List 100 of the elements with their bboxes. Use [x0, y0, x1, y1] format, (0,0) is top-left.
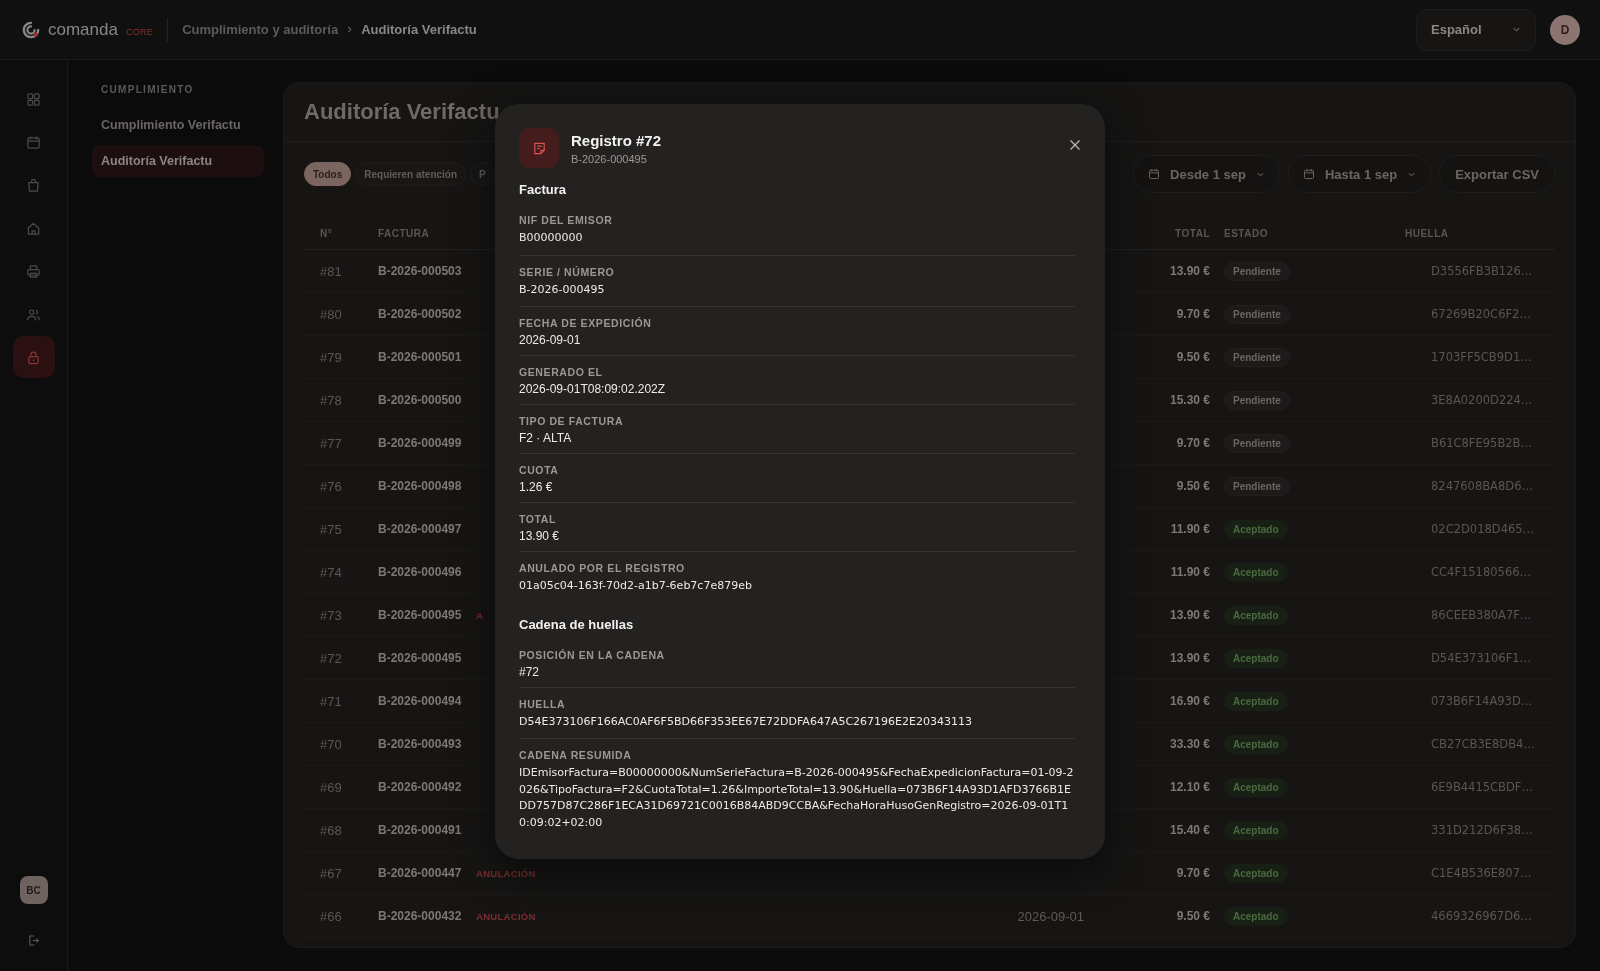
- table-cell-text: B-2026-000497: [378, 522, 463, 536]
- sidebar-item[interactable]: Auditoría Verifactu: [92, 145, 264, 177]
- table-cell-text: 11.90 €: [1169, 565, 1211, 579]
- table-cell-text: 9.50 €: [1175, 350, 1211, 364]
- filter-chip[interactable]: P: [470, 162, 495, 186]
- receipt-icon: [519, 128, 559, 168]
- status-label: Aceptado: [1224, 820, 1288, 840]
- table-cell-text: 9.70 €: [1175, 436, 1211, 450]
- table-cell-text: 331D212D6F38…: [1430, 823, 1534, 837]
- date-to-button[interactable]: Hasta 1 sep: [1287, 155, 1432, 193]
- table-cell-text: B-2026-000493: [378, 737, 463, 751]
- home-icon: [26, 220, 41, 236]
- cancellation-tag: ANULACIÓN: [476, 911, 536, 922]
- breadcrumb-link[interactable]: Cumplimiento y auditoría: [182, 22, 339, 37]
- calendar-icon: [1302, 168, 1315, 180]
- table-cell-text: B-2026-000494: [378, 694, 463, 708]
- field-value: 2026-09-01: [519, 333, 582, 347]
- dialog-title: Registro #72: [571, 131, 662, 149]
- field-value: #72: [519, 664, 541, 679]
- table-cell-text: B-2026-000492: [378, 780, 463, 794]
- table-cell-text: #69: [319, 779, 343, 795]
- field-value: 2026-09-01T08:09:02.202Z: [519, 382, 667, 396]
- table-cell-text: 1703FF5CB9D1…: [1430, 350, 1533, 364]
- user-avatar[interactable]: D: [1550, 14, 1580, 45]
- brand-name: comanda: [48, 19, 118, 40]
- table-cell-text: 13.90 €: [1168, 651, 1211, 665]
- table-cell-text: B-2026-000495: [378, 608, 463, 622]
- section-heading: CUMPLIMIENTO: [100, 84, 195, 97]
- table-cell-text: #71: [319, 693, 343, 709]
- table-cell-text: B61C8FE95B2B…: [1430, 436, 1533, 450]
- table-cell-text: B-2026-000499: [378, 436, 463, 450]
- sidebar-item[interactable]: Cumplimiento Verifactu: [92, 109, 264, 141]
- field-label: NIF DEL EMISOR: [519, 214, 614, 226]
- logout-icon[interactable]: [27, 934, 40, 947]
- chevron-right-icon: [346, 26, 354, 33]
- status-label: Aceptado: [1224, 605, 1288, 625]
- user-avatar[interactable]: BC: [19, 876, 48, 904]
- chevron-down-icon: [1512, 25, 1521, 34]
- status-label: Pendiente: [1224, 433, 1290, 453]
- table-cell-text: #79: [319, 349, 343, 365]
- table-cell-text: B-2026-000500: [378, 393, 463, 407]
- cancellation-tag: ANULACIÓN: [476, 868, 536, 879]
- breadcrumb-link[interactable]: Auditoría Verifactu: [361, 22, 477, 37]
- filter-chip[interactable]: Todos: [304, 162, 352, 186]
- table-cell-text: #78: [319, 392, 343, 408]
- table-cell-text: D54E373106F1…: [1430, 651, 1533, 665]
- table-cell-text: 16.90 €: [1168, 694, 1211, 708]
- field-label: TOTAL: [519, 513, 558, 525]
- table-cell-text: #73: [319, 607, 343, 623]
- field-value: B-2026-000495: [519, 281, 606, 298]
- table-cell-text: 9.70 €: [1175, 307, 1211, 321]
- table-cell-text: B-2026-000498: [378, 479, 463, 493]
- table-cell-text: B-2026-000491: [378, 823, 463, 837]
- users-icon: [26, 306, 41, 322]
- table-cell-text: 073B6F14A93D…: [1430, 694, 1534, 708]
- logo-icon: [22, 20, 40, 39]
- field-value: 13.90 €: [519, 529, 561, 543]
- dialog-subtitle: B-2026-000495: [571, 152, 648, 165]
- table-cell-text: 11.90 €: [1169, 522, 1211, 536]
- table-cell-text: 33.30 €: [1168, 737, 1211, 751]
- export-button[interactable]: Exportar CSV: [1439, 155, 1555, 193]
- column-header: N°: [319, 227, 334, 239]
- status-label: Aceptado: [1224, 519, 1288, 539]
- table-cell-text: B-2026-000501: [378, 350, 463, 364]
- table-cell-text: 13.90 €: [1168, 264, 1211, 278]
- filter-chip[interactable]: Requieren atención: [355, 162, 467, 186]
- table-cell-text: #74: [319, 564, 343, 580]
- column-header: ESTADO: [1224, 227, 1269, 239]
- status-label: Aceptado: [1224, 906, 1288, 926]
- status-label: Aceptado: [1224, 562, 1288, 582]
- nav-button[interactable]: [12, 336, 55, 378]
- field-label: TIPO DE FACTURA: [519, 415, 625, 427]
- field-value: D54E373106F166AC0AF6F5BD66F353EE67E72DDFA647A5C267196E2E20343113: [519, 713, 973, 730]
- table-cell-text: #67: [319, 865, 343, 881]
- table-cell-text: B-2026-000503: [378, 264, 463, 278]
- table-cell-text: CB27CB3E8DB4…: [1430, 737, 1536, 751]
- printer-icon: [26, 263, 41, 279]
- table-cell-text: 86CEEB380A7F…: [1430, 608, 1533, 622]
- table-cell-text: 15.40 €: [1168, 823, 1211, 837]
- table-cell-text: 3E8A0200D224…: [1430, 393, 1534, 407]
- field-label: ANULADO POR EL REGISTRO: [519, 562, 686, 574]
- table-cell-text: B-2026-000432: [378, 909, 463, 923]
- calendar-icon: [26, 134, 41, 150]
- table-cell-text: B-2026-000447: [378, 866, 463, 880]
- grid-icon: [26, 91, 41, 107]
- field-value: 01a05c04-163f-70d2-a1b7-6eb7c7e879eb: [519, 578, 753, 594]
- date-from-button[interactable]: Desde 1 sep: [1133, 155, 1280, 193]
- field-value: F2 · ALTA: [519, 431, 573, 445]
- column-header: FACTURA: [378, 227, 431, 239]
- status-label: Pendiente: [1224, 261, 1290, 281]
- language-select[interactable]: Español: [1416, 8, 1536, 51]
- field-label: HUELLA: [519, 697, 567, 710]
- table-cell-text: 4669326967D6…: [1430, 909, 1533, 923]
- table-cell-text: #80: [319, 306, 343, 322]
- field-label: FECHA DE EXPEDICIÓN: [519, 317, 653, 329]
- table-cell-text: B-2026-000496: [378, 565, 463, 579]
- table-cell-text: 13.90 €: [1168, 608, 1211, 622]
- status-label: Aceptado: [1224, 777, 1288, 797]
- table-cell-text: 02C2D018D465…: [1430, 522, 1536, 536]
- status-label: Pendiente: [1224, 476, 1290, 496]
